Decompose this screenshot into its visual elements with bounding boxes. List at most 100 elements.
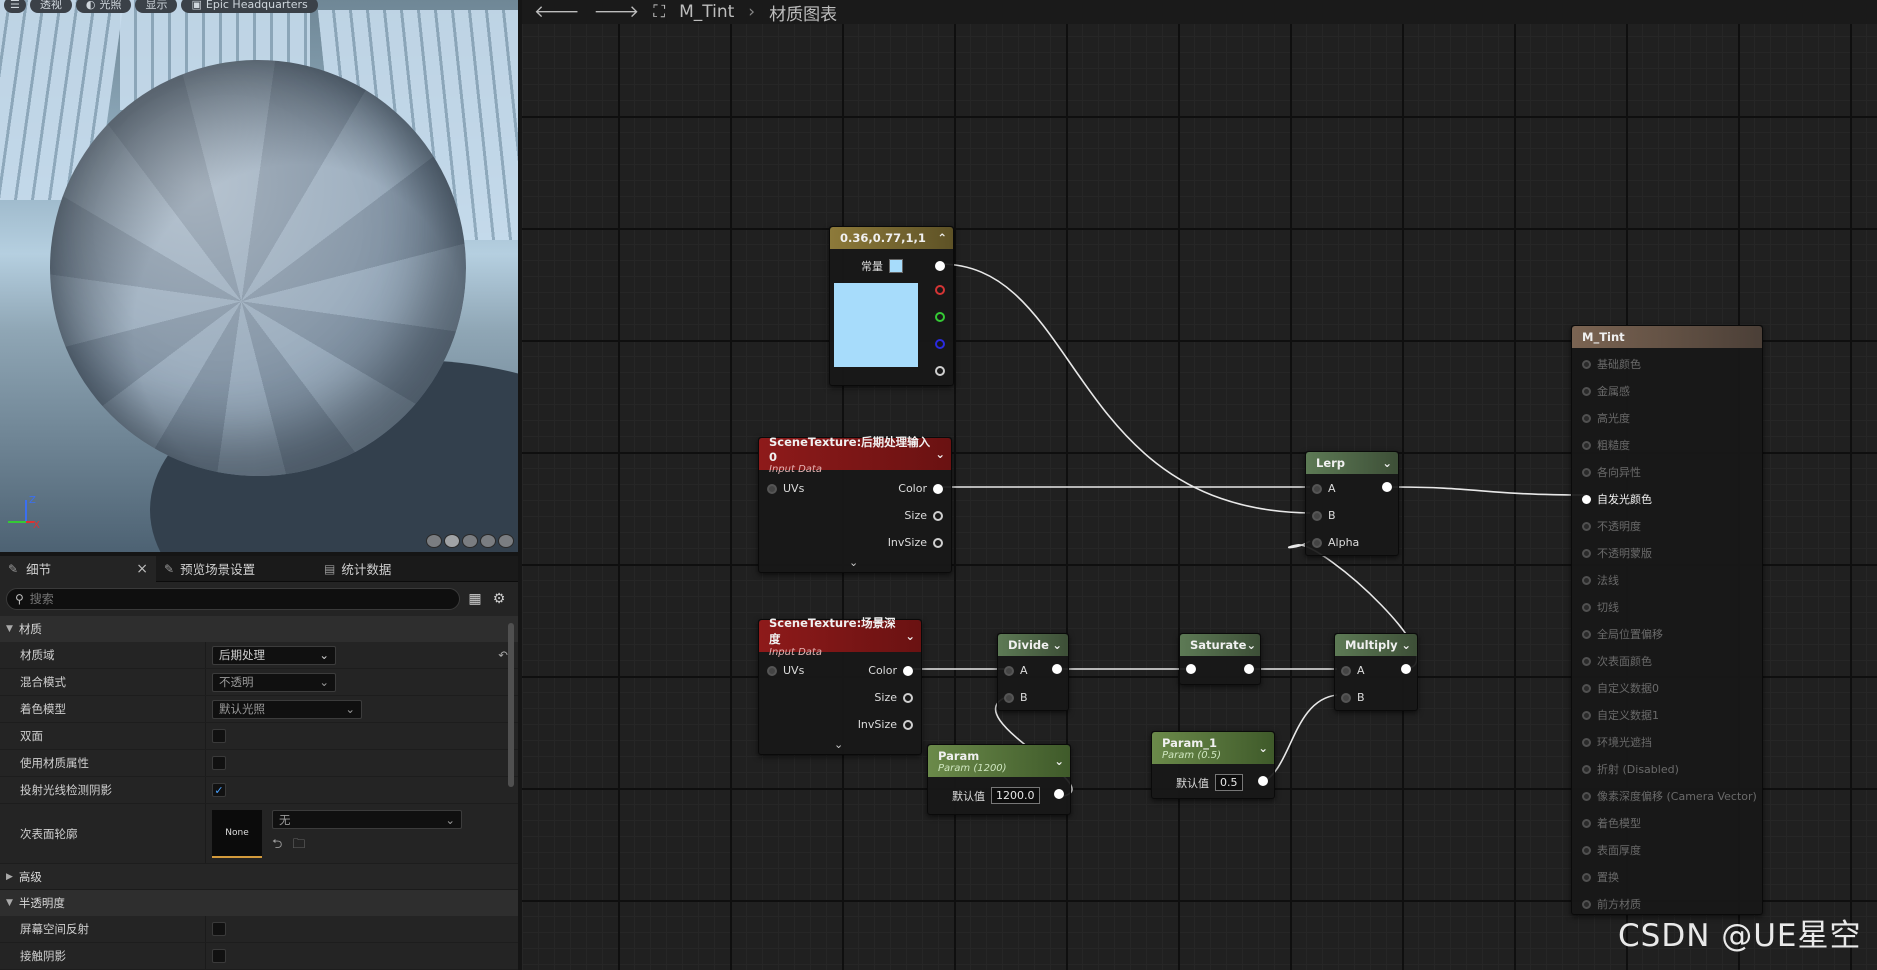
subsurface-asset-dropdown[interactable]: 无 ⌄	[272, 810, 462, 829]
pin-dot[interactable]	[1186, 664, 1196, 674]
param-node[interactable]: Param Param (1200) ⌄ 默认值 1200.0	[927, 744, 1071, 815]
pin-dot[interactable]	[1582, 602, 1591, 612]
pin-dot[interactable]	[1582, 683, 1591, 693]
pin-dot[interactable]	[1244, 664, 1254, 674]
pin-dot[interactable]	[1582, 656, 1591, 666]
viewport-menu-button[interactable]: ☰	[4, 0, 26, 13]
forward-arrow-icon[interactable]: 🡒	[594, 2, 640, 22]
pin-dot[interactable]	[767, 483, 777, 494]
pin-dot[interactable]	[935, 366, 945, 376]
displacement-pin[interactable]: 置换	[1582, 869, 1619, 885]
chevron-down-icon[interactable]: ⌄	[1258, 741, 1268, 755]
collapse-icon[interactable]: ⌃	[937, 231, 947, 245]
a-input-pin[interactable]: A	[1004, 664, 1028, 677]
ambient-occlusion-pin[interactable]: 环境光遮挡	[1582, 734, 1652, 750]
opacity-pin[interactable]: 不透明度	[1582, 518, 1641, 534]
normal-pin[interactable]: 法线	[1582, 572, 1619, 588]
custom-data1-pin[interactable]: 自定义数据1	[1582, 707, 1659, 723]
pin-dot[interactable]	[1258, 776, 1268, 786]
pin-dot[interactable]	[1582, 818, 1591, 828]
pin-dot[interactable]	[1341, 665, 1351, 676]
specular-pin[interactable]: 高光度	[1582, 410, 1630, 426]
saturate-node[interactable]: Saturate ⌄	[1179, 633, 1261, 685]
chevron-down-icon[interactable]: ⌄	[1401, 638, 1411, 652]
pin-dot[interactable]	[1582, 467, 1591, 477]
reset-arrow-icon[interactable]: ↶	[498, 648, 508, 662]
color-swatch[interactable]	[889, 259, 903, 273]
cast-ray-traced-shadows-checkbox[interactable]: ✓	[212, 783, 226, 797]
invsize-output-pin[interactable]: InvSize	[888, 536, 943, 549]
a-input-pin[interactable]: A	[1312, 482, 1336, 495]
default-value-input[interactable]: 0.5	[1215, 774, 1243, 791]
category-advanced[interactable]: ▶ 高级	[0, 864, 518, 890]
pin-dot[interactable]	[935, 339, 945, 349]
lit-mode-button[interactable]: ◐ 光照	[75, 0, 132, 13]
output-pin[interactable]	[1401, 664, 1411, 674]
blue-output-pin[interactable]	[935, 339, 945, 349]
lerp-node[interactable]: Lerp ⌄ A B Alpha	[1305, 451, 1399, 556]
output-pin[interactable]	[1382, 482, 1392, 492]
perspective-button[interactable]: 透视	[29, 0, 72, 13]
pin-dot[interactable]	[1582, 494, 1591, 504]
custom-data0-pin[interactable]: 自定义数据0	[1582, 680, 1659, 696]
pin-dot[interactable]	[903, 665, 913, 676]
pin-dot[interactable]	[933, 537, 943, 548]
pin-dot[interactable]	[1582, 413, 1591, 423]
invsize-output-pin[interactable]: InvSize	[858, 718, 913, 731]
screen-space-reflections-checkbox[interactable]	[212, 922, 226, 936]
pixel-depth-offset-pin[interactable]: 像素深度偏移 (Camera Vector)	[1582, 788, 1757, 804]
pin-dot[interactable]	[1582, 629, 1591, 639]
table-view-icon[interactable]: ▦	[466, 590, 484, 608]
tab-preview-scene-settings[interactable]: ✎ 预览场景设置	[156, 556, 316, 582]
color-output-pin[interactable]: Color	[868, 664, 913, 677]
output-pin[interactable]	[1054, 789, 1064, 799]
use-material-attributes-checkbox[interactable]	[212, 756, 226, 770]
preview-viewport[interactable]: ☰ 透视 ◐ 光照 显示 ▣ Epic Headquarters Z X	[0, 0, 518, 552]
material-result-node[interactable]: M_Tint 基础颜色 金属感 高光度 粗糙度 各向异性 自发光颜色 不透明度 …	[1571, 325, 1763, 915]
divide-node[interactable]: Divide ⌄ A B	[997, 633, 1069, 711]
tab-stats[interactable]: ▤ 统计数据	[316, 556, 399, 582]
scene-texture-postprocess-node[interactable]: SceneTexture:后期处理输入0 Input Data ⌄ UVs Co…	[758, 435, 952, 573]
pin-dot[interactable]	[1582, 575, 1591, 585]
base-color-pin[interactable]: 基础颜色	[1582, 356, 1641, 372]
pin-dot[interactable]	[935, 285, 945, 295]
pin-dot[interactable]	[1312, 483, 1322, 494]
constant-output-pin[interactable]: 常量	[861, 258, 945, 274]
pin-dot[interactable]	[767, 665, 777, 676]
chevron-down-icon[interactable]: ⌄	[905, 629, 915, 643]
pin-dot[interactable]	[1582, 791, 1591, 801]
sphere-shape-button[interactable]	[444, 534, 460, 548]
pin-dot[interactable]	[1312, 537, 1322, 548]
pin-dot[interactable]	[935, 261, 945, 271]
scene-texture-depth-node[interactable]: SceneTexture:场景深度 Input Data ⌄ UVs Color…	[758, 616, 922, 755]
material-graph[interactable]: 🡐 🡒 ⛶ M_Tint › 材质图表 0.36,0.77,1,1 ⌃ 常量 Sc	[522, 0, 1877, 970]
pin-dot[interactable]	[1582, 899, 1591, 909]
close-tab-icon[interactable]: ×	[136, 561, 148, 577]
back-arrow-icon[interactable]: 🡐	[534, 2, 580, 22]
output-pin[interactable]	[1258, 776, 1268, 786]
category-translucency[interactable]: ▼ 半透明度	[0, 890, 518, 916]
pin-dot[interactable]	[1004, 692, 1014, 703]
input-pin[interactable]	[1186, 664, 1196, 674]
pin-dot[interactable]	[1401, 664, 1411, 674]
pin-dot[interactable]	[933, 483, 943, 494]
output-pin[interactable]	[1052, 664, 1062, 674]
pin-dot[interactable]	[1052, 664, 1062, 674]
b-input-pin[interactable]: B	[1341, 691, 1365, 704]
pin-dot[interactable]	[1312, 510, 1322, 521]
pin-dot[interactable]	[1582, 386, 1591, 396]
pin-dot[interactable]	[1341, 692, 1351, 703]
search-input[interactable]	[29, 592, 430, 606]
uvs-input-pin[interactable]: UVs	[767, 482, 804, 495]
chevron-down-icon[interactable]: ⌄	[1382, 456, 1392, 470]
surface-thickness-pin[interactable]: 表面厚度	[1582, 842, 1641, 858]
b-input-pin[interactable]: B	[1004, 691, 1028, 704]
world-position-offset-pin[interactable]: 全局位置偏移	[1582, 626, 1663, 642]
blend-mode-dropdown[interactable]: 不透明 ⌄	[212, 672, 336, 692]
uvs-input-pin[interactable]: UVs	[767, 664, 804, 677]
red-output-pin[interactable]	[935, 285, 945, 295]
pin-dot[interactable]	[1582, 359, 1591, 369]
details-scrollbar[interactable]	[508, 623, 514, 787]
subsurface-thumbnail[interactable]: None	[212, 810, 262, 858]
shading-model-pin[interactable]: 着色模型	[1582, 815, 1641, 831]
